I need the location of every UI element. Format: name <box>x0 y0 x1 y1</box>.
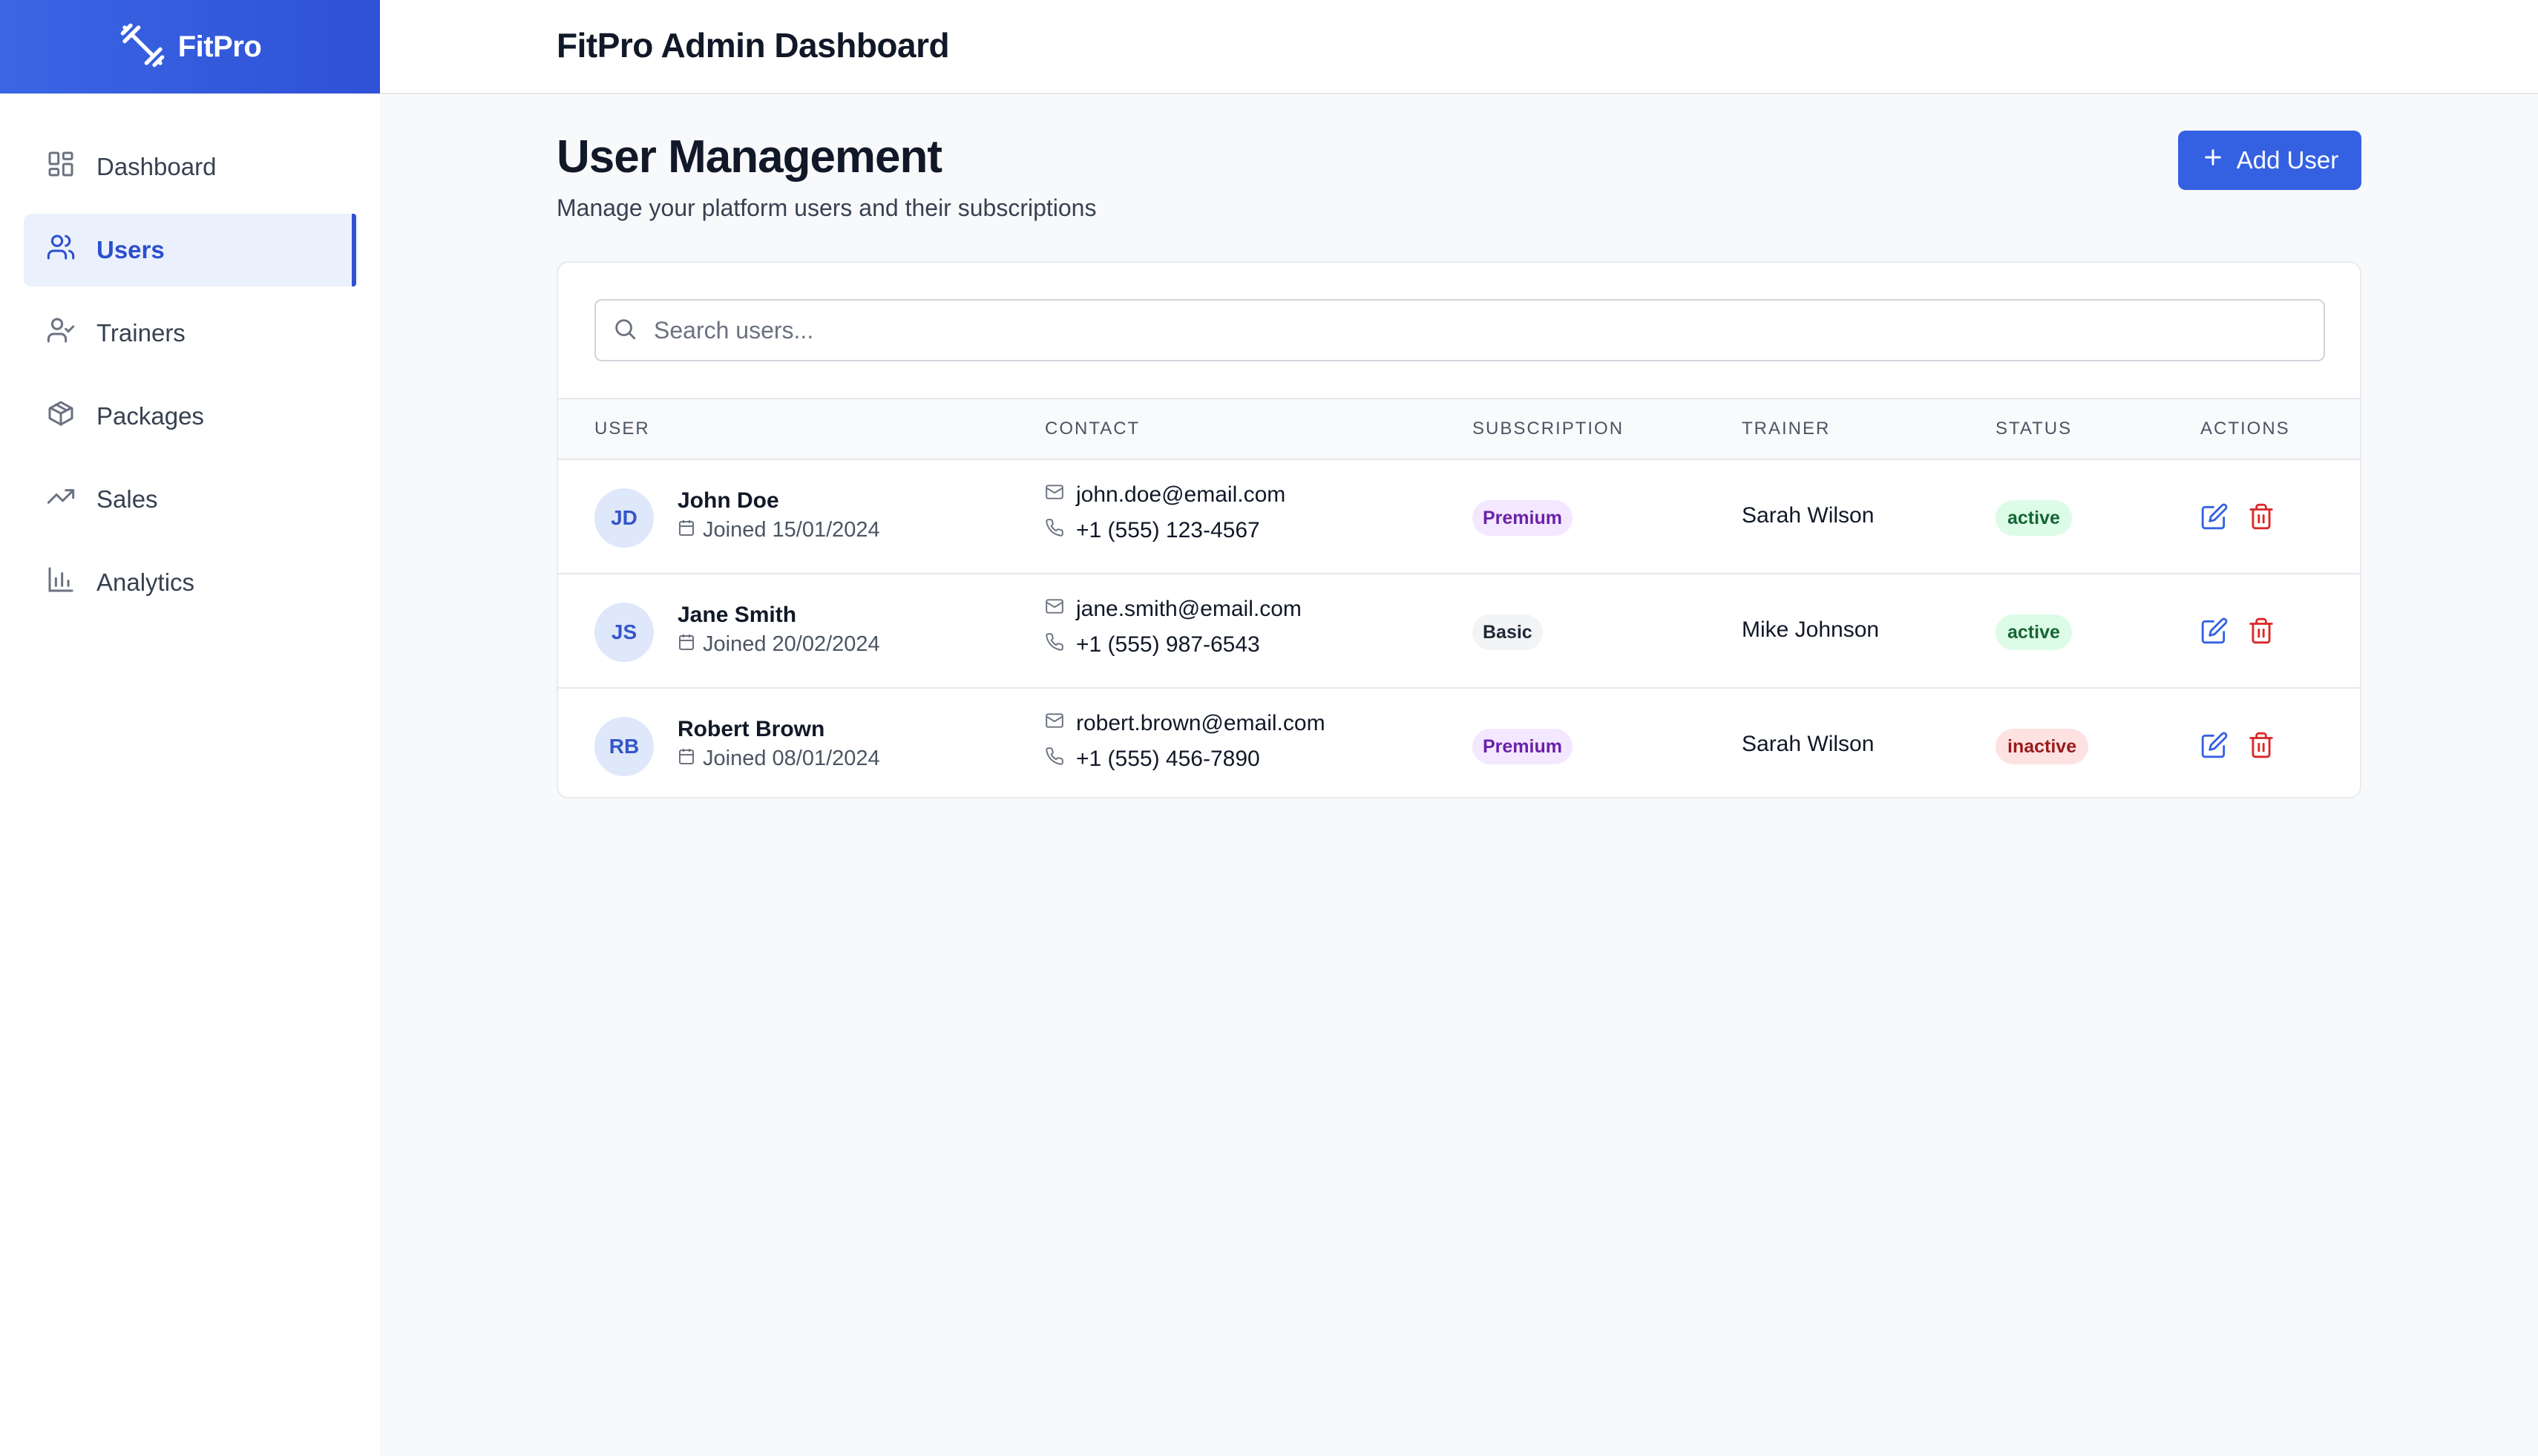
contact-phone: +1 (555) 456-7890 <box>1045 747 1260 772</box>
table-row[interactable]: RB Robert Brown Joined 08/01/2024 robert… <box>558 687 2360 797</box>
contact-email: jane.smith@email.com <box>1045 597 1302 622</box>
phone-icon <box>1045 632 1064 658</box>
package-box-icon <box>46 399 76 434</box>
sidebar-item-label: Users <box>96 236 165 263</box>
table-row[interactable]: JS Jane Smith Joined 20/02/2024 jane.smi… <box>558 573 2360 687</box>
bar-chart-icon <box>46 565 76 600</box>
brand-name: FitPro <box>177 30 262 63</box>
trainer-name: Sarah Wilson <box>1742 503 1875 528</box>
user-name: Jane Smith <box>678 603 797 627</box>
dashboard-grid-icon <box>46 149 76 185</box>
user-name: Robert Brown <box>678 717 825 741</box>
sidebar-item-dashboard[interactable]: Dashboard <box>24 131 356 203</box>
joined-date: Joined 20/02/2024 <box>678 632 880 657</box>
delete-trash-icon[interactable] <box>2247 731 2275 759</box>
sidebar-item-label: Sales <box>96 485 158 513</box>
users-table-card: USER CONTACT SUBSCRIPTION TRAINER STATUS… <box>557 261 2361 798</box>
calendar-icon <box>678 632 695 657</box>
sidebar-item-users[interactable]: Users <box>24 214 356 286</box>
joined-date: Joined 08/01/2024 <box>678 747 880 771</box>
page-subtitle: Manage your platform users and their sub… <box>557 194 1097 221</box>
table-row[interactable]: JD John Doe Joined 15/01/2024 john.doe@e… <box>558 459 2360 573</box>
contact-email: john.doe@email.com <box>1045 482 1285 508</box>
contact-phone: +1 (555) 987-6543 <box>1045 632 1260 658</box>
calendar-icon <box>678 747 695 771</box>
edit-icon[interactable] <box>2200 502 2229 531</box>
delete-trash-icon[interactable] <box>2247 617 2275 645</box>
sidebar-item-sales[interactable]: Sales <box>24 463 356 536</box>
subscription-badge: Premium <box>1472 729 1573 764</box>
edit-icon[interactable] <box>2200 731 2229 759</box>
joined-date: Joined 15/01/2024 <box>678 518 880 542</box>
joined-text: Joined 08/01/2024 <box>703 747 880 770</box>
phone-icon <box>1045 747 1064 772</box>
phone-icon <box>1045 518 1064 543</box>
trending-up-icon <box>46 482 76 517</box>
column-header-status[interactable]: STATUS <box>1996 419 2072 439</box>
mail-icon <box>1045 597 1064 622</box>
sidebar-item-label: Analytics <box>96 568 195 596</box>
user-check-icon <box>46 315 76 351</box>
brand-header[interactable]: FitPro <box>0 0 380 94</box>
status-badge: active <box>1996 500 2072 536</box>
joined-text: Joined 15/01/2024 <box>703 518 880 542</box>
table-header: USER CONTACT SUBSCRIPTION TRAINER STATUS… <box>558 398 2360 459</box>
trainer-name: Mike Johnson <box>1742 617 1880 642</box>
plus-icon <box>2201 145 2225 175</box>
app-title: FitPro Admin Dashboard <box>557 26 950 65</box>
subscription-badge: Premium <box>1472 500 1573 536</box>
phone-text: +1 (555) 456-7890 <box>1076 747 1260 771</box>
sidebar-item-label: Dashboard <box>96 153 217 180</box>
avatar: JD <box>594 488 654 548</box>
search-icon <box>612 316 637 345</box>
avatar: RB <box>594 717 654 776</box>
sidebar-item-packages[interactable]: Packages <box>24 380 356 453</box>
email-text: jane.smith@email.com <box>1076 597 1302 621</box>
add-user-button[interactable]: Add User <box>2178 131 2361 190</box>
calendar-icon <box>678 518 695 542</box>
user-name: John Doe <box>678 488 779 513</box>
column-header-trainer[interactable]: TRAINER <box>1742 419 1830 439</box>
mail-icon <box>1045 711 1064 736</box>
users-icon <box>46 232 76 268</box>
dumbbell-icon <box>119 22 166 73</box>
avatar: JS <box>594 603 654 662</box>
delete-trash-icon[interactable] <box>2247 502 2275 531</box>
column-header-subscription[interactable]: SUBSCRIPTION <box>1472 419 1624 439</box>
edit-icon[interactable] <box>2200 617 2229 645</box>
phone-text: +1 (555) 123-4567 <box>1076 518 1260 542</box>
status-badge: inactive <box>1996 729 2089 764</box>
email-text: robert.brown@email.com <box>1076 711 1325 735</box>
phone-text: +1 (555) 987-6543 <box>1076 632 1260 657</box>
sidebar-item-trainers[interactable]: Trainers <box>24 297 356 370</box>
add-user-label: Add User <box>2236 146 2339 174</box>
column-header-actions: ACTIONS <box>2200 419 2290 439</box>
sidebar-item-label: Trainers <box>96 319 186 347</box>
column-header-user[interactable]: USER <box>594 419 650 439</box>
column-header-contact[interactable]: CONTACT <box>1045 419 1140 439</box>
sidebar: FitPro Dashboard Users Trainers Packages <box>0 0 380 1456</box>
subscription-badge: Basic <box>1472 614 1543 650</box>
top-bar: FitPro Admin Dashboard <box>380 0 2538 94</box>
joined-text: Joined 20/02/2024 <box>703 632 880 656</box>
sidebar-item-analytics[interactable]: Analytics <box>24 546 356 619</box>
status-badge: active <box>1996 614 2072 650</box>
contact-phone: +1 (555) 123-4567 <box>1045 518 1260 543</box>
trainer-name: Sarah Wilson <box>1742 732 1875 756</box>
search-box[interactable] <box>594 299 2325 361</box>
sidebar-item-label: Packages <box>96 402 204 430</box>
contact-email: robert.brown@email.com <box>1045 711 1325 736</box>
page-title: User Management <box>557 131 942 183</box>
sidebar-nav: Dashboard Users Trainers Packages Sales <box>0 94 380 619</box>
mail-icon <box>1045 482 1064 508</box>
email-text: john.doe@email.com <box>1076 482 1286 507</box>
search-input[interactable] <box>654 316 2286 344</box>
